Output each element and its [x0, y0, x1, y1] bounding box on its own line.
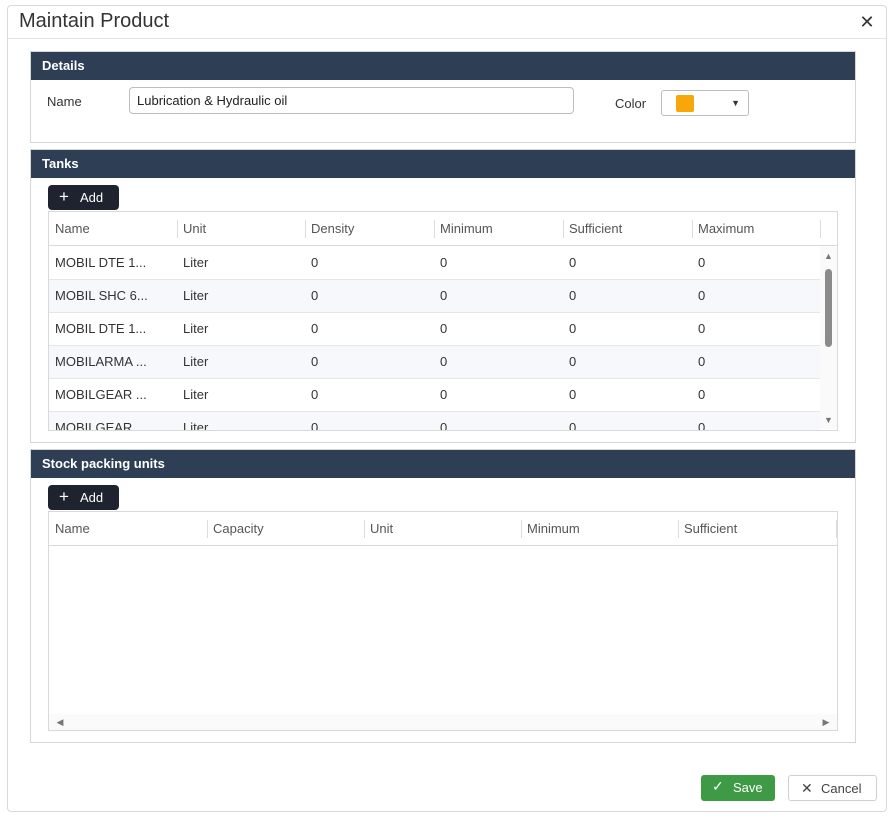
column-header-density[interactable]: Density [305, 212, 434, 245]
color-label: Color [615, 96, 647, 111]
color-swatch [676, 95, 694, 112]
scroll-right-icon[interactable]: ▶ [819, 714, 833, 730]
cell-maximum: 0 [698, 321, 706, 336]
close-icon[interactable]: ✕ [858, 13, 876, 31]
cell-sufficient: 0 [569, 354, 577, 369]
cell-density: 0 [311, 255, 319, 270]
add-tank-label: Add [80, 190, 104, 205]
column-divider [820, 220, 821, 238]
check-icon: ✓ [712, 778, 724, 794]
stock-grid: Name Capacity Unit Minimum Sufficient ◀ … [48, 511, 838, 731]
cell-unit: Liter [183, 387, 209, 402]
cell-name: MOBILGEAR ... [55, 420, 147, 431]
column-divider [836, 520, 837, 538]
save-label: Save [733, 780, 763, 795]
table-row[interactable]: MOBIL SHC 6... Liter 0 0 0 0 [49, 280, 820, 313]
name-label: Name [47, 94, 82, 109]
cell-maximum: 0 [698, 288, 706, 303]
stock-grid-header: Name Capacity Unit Minimum Sufficient [49, 512, 837, 546]
cell-minimum: 0 [440, 255, 448, 270]
dialog-header: Maintain Product ✕ [8, 6, 886, 39]
scroll-thumb[interactable] [825, 269, 832, 347]
table-row[interactable]: MOBILGEAR ... Liter 0 0 0 0 [49, 412, 820, 431]
cell-sufficient: 0 [569, 420, 577, 431]
column-header-name[interactable]: Name [49, 512, 207, 545]
stock-horizontal-scrollbar[interactable]: ◀ ▶ [49, 714, 837, 730]
tanks-heading: Tanks [31, 150, 855, 178]
add-tank-button[interactable]: + Add [48, 185, 119, 210]
tanks-grid: Name Unit Density Minimum Sufficient Max… [48, 211, 838, 431]
plus-icon: + [59, 187, 69, 206]
color-picker[interactable]: ▼ [661, 90, 749, 116]
maintain-product-dialog: Maintain Product ✕ Details Name Color ▼ … [7, 5, 887, 812]
table-row[interactable]: MOBIL DTE 1... Liter 0 0 0 0 [49, 313, 820, 346]
table-row[interactable]: MOBILGEAR ... Liter 0 0 0 0 [49, 379, 820, 412]
cancel-label: Cancel [821, 781, 862, 796]
column-header-maximum[interactable]: Maximum [692, 212, 820, 245]
dialog-title: Maintain Product [19, 10, 170, 32]
tanks-grid-header: Name Unit Density Minimum Sufficient Max… [49, 212, 837, 246]
cell-density: 0 [311, 321, 319, 336]
cell-name: MOBILGEAR ... [55, 387, 147, 402]
cell-sufficient: 0 [569, 288, 577, 303]
cell-density: 0 [311, 354, 319, 369]
tanks-vertical-scrollbar[interactable]: ▲ ▼ [820, 247, 837, 429]
cell-name: MOBIL DTE 1... [55, 321, 147, 336]
scroll-up-icon[interactable]: ▲ [820, 250, 837, 262]
chevron-down-icon: ▼ [731, 98, 740, 108]
cell-sufficient: 0 [569, 387, 577, 402]
details-panel: Details Name Color ▼ [30, 51, 856, 143]
column-header-name[interactable]: Name [49, 212, 177, 245]
cell-sufficient: 0 [569, 255, 577, 270]
table-row[interactable]: MOBIL DTE 1... Liter 0 0 0 0 [49, 247, 820, 280]
cell-maximum: 0 [698, 354, 706, 369]
cell-unit: Liter [183, 354, 209, 369]
column-header-unit[interactable]: Unit [177, 212, 305, 245]
column-header-capacity[interactable]: Capacity [207, 512, 364, 545]
cell-unit: Liter [183, 288, 209, 303]
tanks-panel: Tanks + Add Name Unit Density Minimum Su… [30, 149, 856, 443]
cell-minimum: 0 [440, 321, 448, 336]
cell-maximum: 0 [698, 420, 706, 431]
cell-unit: Liter [183, 321, 209, 336]
cell-name: MOBIL DTE 1... [55, 255, 147, 270]
column-header-minimum[interactable]: Minimum [434, 212, 563, 245]
column-header-sufficient[interactable]: Sufficient [678, 512, 836, 545]
cell-name: MOBIL SHC 6... [55, 288, 148, 303]
add-stock-label: Add [80, 490, 104, 505]
cell-unit: Liter [183, 255, 209, 270]
cell-density: 0 [311, 387, 319, 402]
cell-name: MOBILARMA ... [55, 354, 147, 369]
save-button[interactable]: ✓ Save [701, 775, 775, 801]
cell-minimum: 0 [440, 387, 448, 402]
cell-maximum: 0 [698, 387, 706, 402]
cell-density: 0 [311, 420, 319, 431]
plus-icon: + [59, 487, 69, 506]
close-icon: ✕ [801, 780, 813, 796]
cancel-button[interactable]: ✕ Cancel [788, 775, 877, 801]
cell-unit: Liter [183, 420, 209, 431]
column-header-sufficient[interactable]: Sufficient [563, 212, 692, 245]
table-row[interactable]: MOBILARMA ... Liter 0 0 0 0 [49, 346, 820, 379]
column-header-unit[interactable]: Unit [364, 512, 521, 545]
details-heading: Details [31, 52, 855, 80]
cell-minimum: 0 [440, 420, 448, 431]
cell-sufficient: 0 [569, 321, 577, 336]
add-stock-unit-button[interactable]: + Add [48, 485, 119, 510]
cell-maximum: 0 [698, 255, 706, 270]
cell-density: 0 [311, 288, 319, 303]
cell-minimum: 0 [440, 354, 448, 369]
name-input[interactable] [129, 87, 574, 114]
stock-packing-units-panel: Stock packing units + Add Name Capacity … [30, 449, 856, 743]
scroll-down-icon[interactable]: ▼ [820, 414, 837, 426]
cell-minimum: 0 [440, 288, 448, 303]
stock-heading: Stock packing units [31, 450, 855, 478]
scroll-left-icon[interactable]: ◀ [53, 714, 67, 730]
column-header-minimum[interactable]: Minimum [521, 512, 678, 545]
